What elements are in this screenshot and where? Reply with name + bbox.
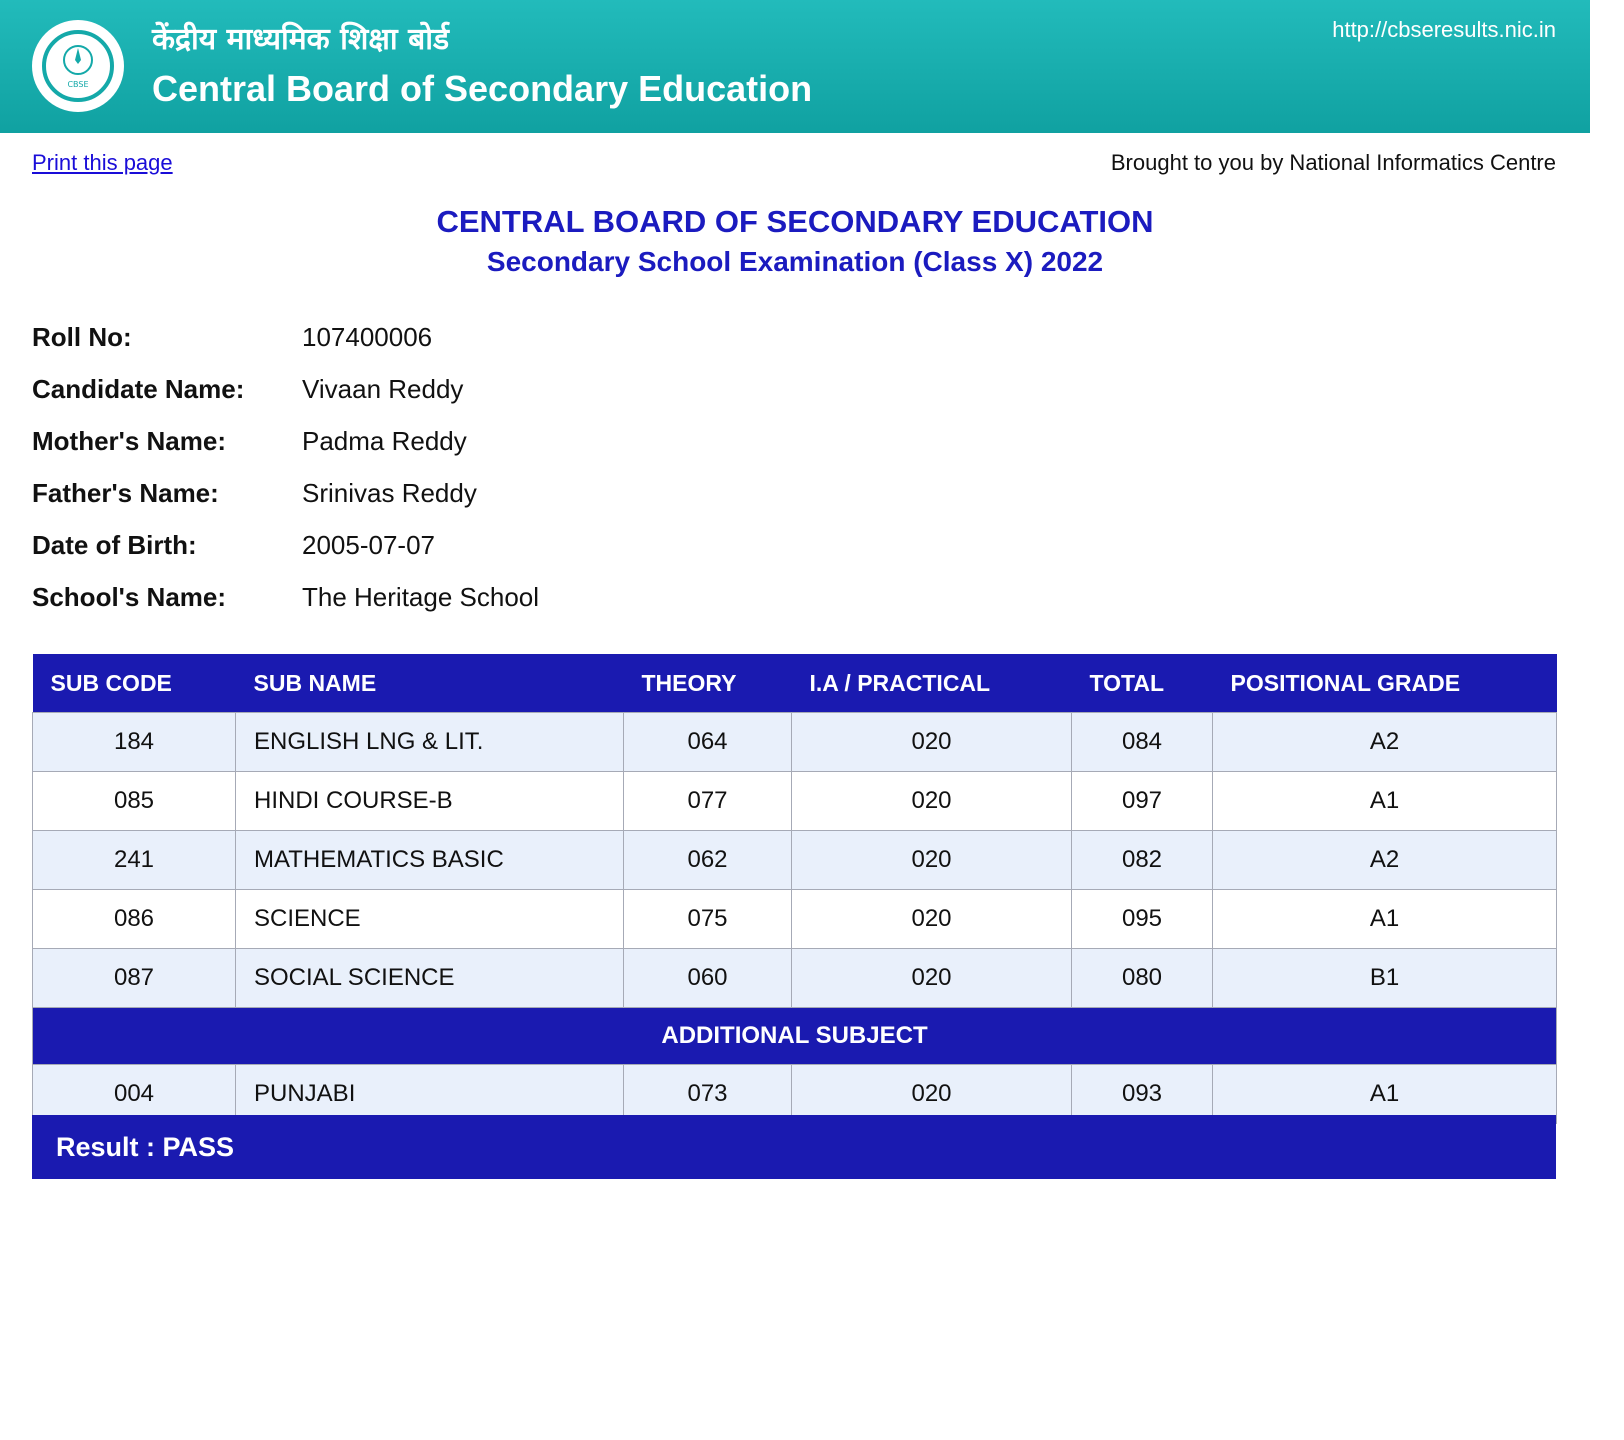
table-row: 241 MATHEMATICS BASIC 062 020 082 A2 bbox=[32, 830, 1557, 890]
dob-label: Date of Birth: bbox=[32, 530, 197, 560]
sub-code-cell: 086 bbox=[32, 889, 236, 949]
hindi-board-title: केंद्रीय माध्यमिक शिक्षा बोर्ड bbox=[152, 22, 450, 57]
mother-name-value: Padma Reddy bbox=[302, 426, 467, 456]
marks-table: SUB CODE SUB NAME THEORY I.A / PRACTICAL… bbox=[32, 654, 1557, 1124]
exam-heading: Secondary School Examination (Class X) 2… bbox=[486, 246, 1104, 277]
cbse-emblem-icon: CBSE bbox=[42, 30, 114, 102]
grade-cell: B1 bbox=[1212, 948, 1557, 1008]
header-sub-name: SUB NAME bbox=[235, 654, 624, 713]
grade-cell: A2 bbox=[1212, 712, 1557, 772]
header-sub-code: SUB CODE bbox=[32, 654, 236, 713]
result-bar: Result : PASS bbox=[32, 1115, 1556, 1179]
candidate-name-value: Vivaan Reddy bbox=[302, 374, 464, 404]
candidate-name-label: Candidate Name: bbox=[32, 374, 245, 404]
grade-cell: A2 bbox=[1212, 830, 1557, 890]
cbse-logo: CBSE bbox=[32, 20, 124, 112]
total-cell: 097 bbox=[1071, 771, 1213, 831]
practical-cell: 020 bbox=[791, 948, 1072, 1008]
header-banner: CBSE केंद्रीय माध्यमिक शिक्षा बोर्ड Cent… bbox=[0, 0, 1590, 133]
father-name-value: Srinivas Reddy bbox=[302, 478, 477, 508]
logo-text: CBSE bbox=[67, 80, 88, 89]
sub-name-cell: SCIENCE bbox=[235, 889, 624, 949]
theory-cell: 077 bbox=[623, 771, 792, 831]
table-header-row: SUB CODE SUB NAME THEORY I.A / PRACTICAL… bbox=[32, 654, 1557, 713]
header-practical: I.A / PRACTICAL bbox=[791, 654, 1072, 713]
result-status: Result : PASS bbox=[56, 1132, 235, 1162]
grade-cell: A1 bbox=[1212, 889, 1557, 949]
additional-subject-row: ADDITIONAL SUBJECT bbox=[32, 1007, 1557, 1065]
sub-code-cell: 087 bbox=[32, 948, 236, 1008]
school-name-label: School's Name: bbox=[32, 582, 227, 612]
practical-cell: 020 bbox=[791, 830, 1072, 890]
nic-credit: Brought to you by National Informatics C… bbox=[1110, 150, 1556, 175]
father-name-label: Father's Name: bbox=[32, 478, 219, 508]
table-row: 085 HINDI COURSE-B 077 020 097 A1 bbox=[32, 771, 1557, 831]
print-page-link[interactable]: Print this page bbox=[32, 148, 173, 178]
sub-name-cell: MATHEMATICS BASIC bbox=[235, 830, 624, 890]
total-cell: 095 bbox=[1071, 889, 1213, 949]
total-cell: 082 bbox=[1071, 830, 1213, 890]
theory-cell: 060 bbox=[623, 948, 792, 1008]
table-row: 086 SCIENCE 075 020 095 A1 bbox=[32, 889, 1557, 949]
table-row: 184 ENGLISH LNG & LIT. 064 020 084 A2 bbox=[32, 712, 1557, 772]
sub-name-cell: ENGLISH LNG & LIT. bbox=[235, 712, 624, 772]
sub-name-cell: SOCIAL SCIENCE bbox=[235, 948, 624, 1008]
header-theory: THEORY bbox=[623, 654, 792, 713]
grade-cell: A1 bbox=[1212, 771, 1557, 831]
header-total: TOTAL bbox=[1071, 654, 1213, 713]
header-grade: POSITIONAL GRADE bbox=[1212, 654, 1557, 713]
table-row: 087 SOCIAL SCIENCE 060 020 080 B1 bbox=[32, 948, 1557, 1008]
theory-cell: 075 bbox=[623, 889, 792, 949]
sub-name-cell: HINDI COURSE-B bbox=[235, 771, 624, 831]
practical-cell: 020 bbox=[791, 771, 1072, 831]
school-name-value: The Heritage School bbox=[302, 582, 540, 612]
dob-value: 2005-07-07 bbox=[302, 530, 435, 560]
roll-no-label: Roll No: bbox=[32, 322, 132, 352]
total-cell: 080 bbox=[1071, 948, 1213, 1008]
total-cell: 084 bbox=[1071, 712, 1213, 772]
practical-cell: 020 bbox=[791, 712, 1072, 772]
english-board-title: Central Board of Secondary Education bbox=[152, 68, 813, 109]
mother-name-label: Mother's Name: bbox=[32, 426, 226, 456]
roll-no-value: 107400006 bbox=[302, 322, 433, 352]
additional-subject-label: ADDITIONAL SUBJECT bbox=[32, 1007, 1557, 1065]
site-url: http://cbseresults.nic.in bbox=[1332, 17, 1556, 42]
practical-cell: 020 bbox=[791, 889, 1072, 949]
sub-code-cell: 241 bbox=[32, 830, 236, 890]
result-page: CBSE केंद्रीय माध्यमिक शिक्षा बोर्ड Cent… bbox=[0, 0, 1624, 1440]
board-heading: CENTRAL BOARD OF SECONDARY EDUCATION bbox=[436, 204, 1154, 239]
theory-cell: 064 bbox=[623, 712, 792, 772]
theory-cell: 062 bbox=[623, 830, 792, 890]
sub-code-cell: 085 bbox=[32, 771, 236, 831]
sub-code-cell: 184 bbox=[32, 712, 236, 772]
